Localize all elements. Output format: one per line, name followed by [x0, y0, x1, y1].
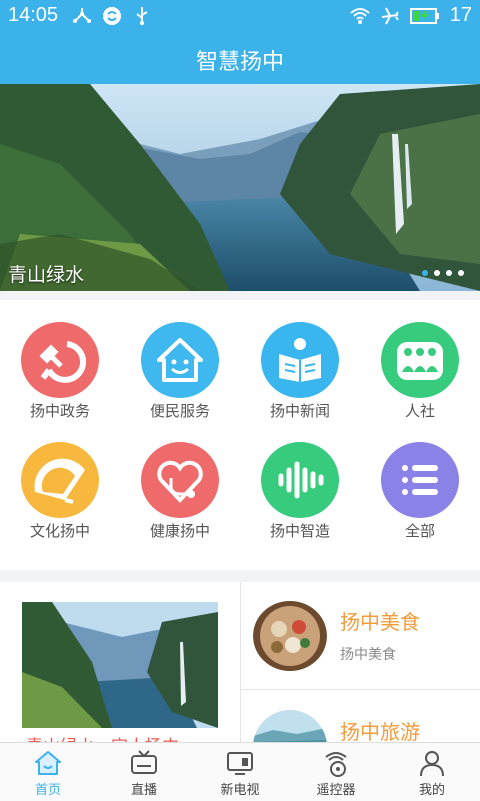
sound-wave-icon: [278, 461, 324, 499]
wifi-icon: [350, 7, 370, 24]
banner-carousel[interactable]: 青山绿水: [0, 84, 480, 291]
tab-label: 首页: [34, 783, 61, 798]
heart-stethoscope-icon: [157, 460, 203, 503]
grid-item-health[interactable]: 健康扬中: [120, 420, 240, 550]
grid-item-label: 扬中新闻: [269, 402, 330, 420]
food-title: 扬中美食: [340, 610, 420, 634]
tab-label: 我的: [418, 783, 445, 798]
tv-icon: [131, 750, 157, 774]
carousel-dot[interactable]: [458, 270, 464, 276]
divider: [241, 689, 480, 690]
grid-item-manufacturing[interactable]: 扬中智造: [240, 420, 360, 550]
divider: [240, 582, 241, 742]
food-subtitle: 扬中美食: [340, 647, 396, 663]
carousel-dot[interactable]: [422, 270, 428, 276]
grid-item-label: 便民服务: [149, 402, 210, 420]
feature-card[interactable]: 青山绿水，宜人扬中: [0, 582, 240, 757]
grid-item-label: 扬中政务: [29, 402, 90, 420]
tab-home[interactable]: 首页: [0, 743, 96, 801]
travel-title: 扬中旅游: [340, 720, 420, 744]
carousel-dot[interactable]: [446, 270, 452, 276]
tab-remote[interactable]: 遥控器: [288, 743, 384, 801]
smile-home-icon: [157, 338, 203, 382]
user-icon: [420, 751, 444, 777]
book-reader-icon: [279, 338, 321, 382]
banner-caption: 青山绿水: [8, 264, 85, 286]
tab-label: 遥控器: [316, 783, 356, 798]
sync-icon: [103, 7, 121, 25]
content-section: 青山绿水，宜人扬中 扬中美食 扬中美食 扬中旅游: [0, 582, 480, 757]
airplane-mode-icon: [381, 7, 399, 24]
new-tv-icon: [227, 752, 253, 775]
grid-item-all[interactable]: 全部: [360, 420, 480, 550]
grid-item-culture[interactable]: 文化扬中: [0, 420, 120, 550]
usb-share-icon: [73, 8, 91, 23]
carousel-indicator[interactable]: [422, 270, 464, 276]
tab-new-tv[interactable]: 新电视: [192, 743, 288, 801]
battery-level: 17: [449, 4, 472, 26]
grid-item-news[interactable]: 扬中新闻: [240, 300, 360, 430]
usb-icon: [136, 7, 148, 25]
fan-icon: [34, 458, 85, 504]
grid-item-label: 扬中智造: [269, 522, 330, 540]
tab-label: 直播: [130, 783, 157, 798]
home-icon: [35, 751, 61, 775]
grid-item-label: 人社: [404, 402, 435, 420]
bottom-tab-bar: 首页 直播 新电视 遥控器 我的: [0, 742, 480, 801]
grid-item-label: 全部: [404, 522, 435, 540]
feature-image: [22, 602, 218, 728]
tab-label: 新电视: [220, 783, 260, 798]
hammer-sickle-icon: [39, 341, 87, 383]
tab-mine[interactable]: 我的: [384, 743, 480, 801]
food-image: [253, 601, 327, 671]
grid-item-services[interactable]: 便民服务: [120, 300, 240, 430]
service-grid: 扬中政务 便民服务 扬中新闻 人社 文化扬中 健康扬中 扬中智造 全部: [0, 300, 480, 570]
carousel-dot[interactable]: [434, 270, 440, 276]
grid-item-government[interactable]: 扬中政务: [0, 300, 120, 430]
grid-item-label: 文化扬中: [29, 522, 90, 540]
page-title: 智慧扬中: [195, 50, 284, 75]
grid-item-label: 健康扬中: [149, 522, 210, 540]
status-time: 14:05: [8, 4, 59, 26]
app-header: 智慧扬中: [0, 32, 480, 84]
status-bar: 14:05 17: [0, 0, 480, 32]
people-group-icon: [397, 342, 443, 380]
tab-live[interactable]: 直播: [96, 743, 192, 801]
battery-charging-icon: [409, 7, 439, 24]
grid-item-social[interactable]: 人社: [360, 300, 480, 430]
list-icon: [402, 465, 438, 495]
remote-control-icon: [325, 752, 347, 777]
